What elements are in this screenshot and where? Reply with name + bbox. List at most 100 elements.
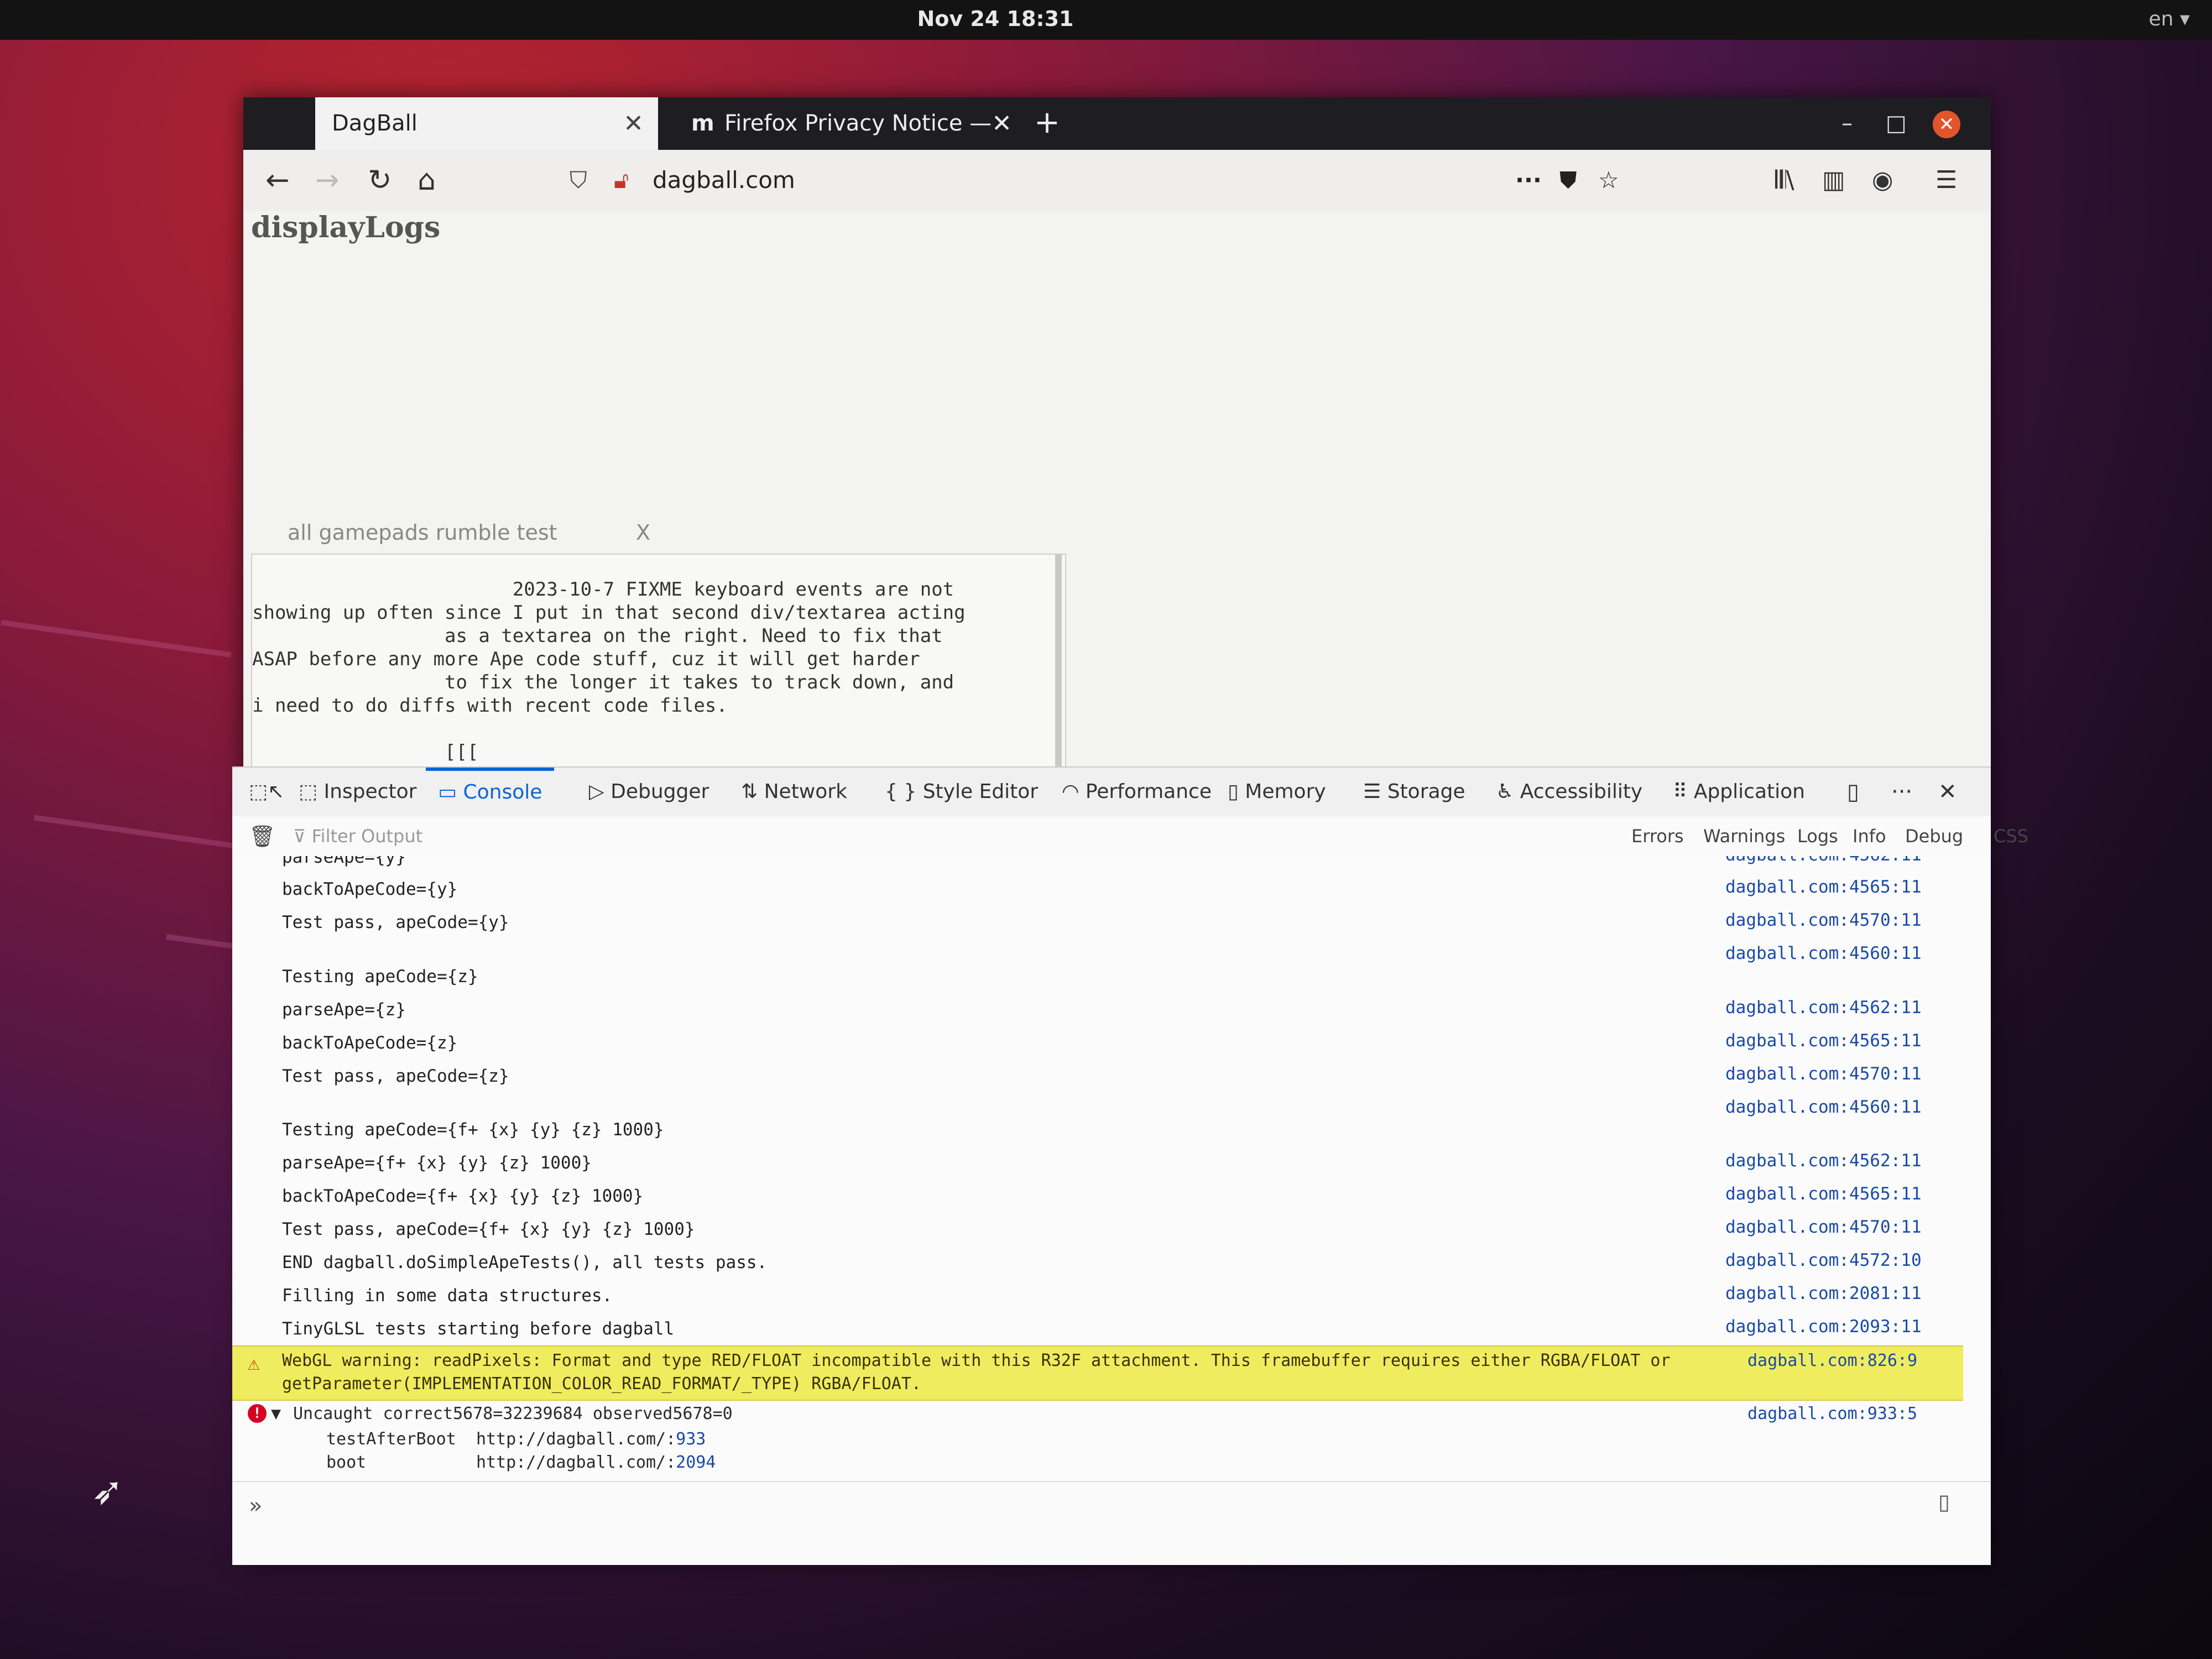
source-link[interactable]: dagball.com:4565:11 — [1725, 1031, 1922, 1051]
rumble-close-button[interactable]: X — [636, 520, 650, 545]
new-tab-icon[interactable]: + — [1034, 97, 1060, 148]
system-top-bar: Nov 24 18:31 en ▾ — [0, 0, 2212, 40]
close-devtools-icon[interactable]: ✕ — [1938, 768, 1957, 816]
filter-css[interactable]: CSS — [1994, 816, 2028, 856]
pocket-icon[interactable]: ⛊ — [1559, 160, 1577, 201]
source-link[interactable]: dagball.com:4565:11 — [1725, 877, 1922, 897]
tab-network[interactable]: ⇅ Network — [741, 768, 847, 816]
source-link[interactable]: dagball.com:4565:11 — [1725, 1184, 1922, 1204]
rumble-test-label[interactable]: all gamepads rumble test — [288, 520, 557, 545]
source-link[interactable]: dagball.com:4562:11 — [1725, 998, 1922, 1018]
tab-application[interactable]: ⠿ Application — [1673, 768, 1805, 816]
menu-icon[interactable]: ☰ — [1936, 161, 1957, 200]
devtools-toolbar: ⬚↖ ⬚ Inspector ▭ Console ▷ Debugger ⇅ Ne… — [232, 768, 1991, 817]
maximize-icon[interactable]: □ — [1886, 97, 1907, 150]
log-row: Testing apeCode={f+ {x} {y} {z} 1000} — [282, 1120, 664, 1140]
tracking-shield-icon[interactable]: ⛉ — [570, 160, 587, 201]
url-text[interactable]: dagball.com — [653, 160, 795, 201]
reload-icon[interactable]: ↻ — [368, 161, 392, 200]
tab-style-editor[interactable]: { } Style Editor — [885, 768, 1038, 816]
wallpaper-streak — [34, 815, 243, 850]
firefox-window: DagBall ✕ m Firefox Privacy Notice — ✕ +… — [232, 97, 2028, 1565]
close-tab-icon[interactable]: ✕ — [992, 97, 1012, 150]
stack-frame-link[interactable]: http://dagball.com/:2094 — [476, 1453, 716, 1472]
console-output: parseApe={y}dagball.com:4562:11 backToAp… — [232, 856, 1991, 1481]
sidebar-icon[interactable]: ▥ — [1822, 161, 1845, 200]
source-link[interactable]: dagball.com:2081:11 — [1725, 1284, 1922, 1303]
expand-triangle-icon[interactable]: ▼ — [271, 1404, 281, 1423]
source-link[interactable]: dagball.com:933:5 — [1747, 1404, 1917, 1423]
log-row: Filling in some data structures. dagball.… — [282, 1284, 1922, 1306]
bookmark-star-icon[interactable]: ☆ — [1598, 160, 1619, 201]
home-icon[interactable]: ⌂ — [418, 161, 436, 200]
system-clock[interactable]: Nov 24 18:31 — [0, 7, 1991, 31]
tab-privacy-notice[interactable]: m Firefox Privacy Notice — ✕ — [680, 97, 1023, 150]
editor-mode-icon[interactable]: ▯ — [1938, 1490, 1950, 1514]
webgl-warning-row: ⚠ WebGL warning: readPixels: Format and … — [232, 1345, 1963, 1401]
tab-storage[interactable]: ☰ Storage — [1363, 768, 1465, 816]
insecure-lock-icon[interactable]: 🔓︎ — [614, 160, 629, 201]
tab-performance[interactable]: ◠ Performance — [1062, 768, 1212, 816]
log-row: Test pass, apeCode={z} dagball.com:4570:1… — [282, 1064, 1922, 1086]
stack-frame: boot http://dagball.com/:2094 — [326, 1453, 716, 1472]
tab-label: DagBall — [332, 111, 418, 136]
filter-errors[interactable]: Errors — [1631, 816, 1684, 856]
log-row: TinyGLSL tests starting before dagball da… — [282, 1317, 1922, 1339]
source-link[interactable]: dagball.com:4562:11 — [1725, 856, 1922, 865]
textarea-scrollbar[interactable] — [1055, 555, 1062, 768]
notes-textarea[interactable]: 2023-10-7 FIXME keyboard events are not … — [251, 554, 1066, 769]
dock-options-icon[interactable]: ▯ — [1847, 768, 1859, 816]
back-icon[interactable]: ← — [265, 161, 290, 200]
console-input[interactable]: » ▯ — [232, 1481, 1991, 1565]
trash-icon[interactable]: 🗑︎ — [249, 816, 275, 856]
minimize-icon[interactable]: – — [1841, 97, 1853, 150]
navigation-toolbar: ← → ↻ ⌂ ⛉ 🔓︎ dagball.com ··· ⛊ ☆ 𝄃𝄃\ ▥ ◉… — [243, 150, 1991, 212]
source-link[interactable]: dagball.com:4570:11 — [1725, 910, 1922, 930]
stack-frame-link[interactable]: http://dagball.com/:933 — [476, 1430, 706, 1449]
prompt-chevron-icon: » — [249, 1493, 263, 1519]
filter-output-input[interactable]: ⊽ Filter Output — [293, 816, 422, 856]
tab-debugger[interactable]: ▷ Debugger — [589, 768, 709, 816]
page-content: displayLogs all gamepads rumble test X 2… — [243, 211, 1991, 769]
close-tab-icon[interactable]: ✕ — [623, 97, 644, 150]
uncaught-error-row: ! ▼ Uncaught correct5678=32239684 observ… — [232, 1401, 1963, 1481]
page-actions-icon[interactable]: ··· — [1515, 160, 1542, 201]
page-title: displayLogs — [251, 211, 441, 244]
wallpaper-streak — [1, 619, 232, 658]
log-row: parseApe={z} dagball.com:4562:11 — [282, 998, 1922, 1020]
error-icon: ! — [248, 1404, 267, 1423]
filter-debug[interactable]: Debug — [1905, 816, 1963, 856]
source-link[interactable]: dagball.com:4570:11 — [1725, 1064, 1922, 1084]
log-row: END dagball.doSimpleApeTests(), all test… — [282, 1250, 1922, 1272]
tab-dagball[interactable]: DagBall ✕ — [315, 97, 658, 150]
filter-logs[interactable]: Logs — [1797, 816, 1838, 856]
tab-strip: DagBall ✕ m Firefox Privacy Notice — ✕ +… — [243, 97, 1991, 150]
window-close-icon[interactable]: ✕ — [1933, 111, 1960, 138]
element-picker-icon[interactable]: ⬚↖ — [249, 768, 284, 816]
source-link[interactable]: dagball.com:4570:11 — [1725, 1217, 1922, 1237]
log-row: parseApe={y}dagball.com:4562:11 — [232, 856, 1991, 873]
devtools-panel: ⬚↖ ⬚ Inspector ▭ Console ▷ Debugger ⇅ Ne… — [232, 766, 2028, 1565]
tab-memory[interactable]: ▯ Memory — [1228, 768, 1326, 816]
log-row: Test pass, apeCode={y} dagball.com:4570:1… — [282, 910, 1922, 932]
console-filter-bar: 🗑︎ ⊽ Filter Output Errors Warnings Logs … — [232, 816, 2028, 857]
forward-icon[interactable]: → — [315, 161, 340, 200]
url-bar[interactable]: ⛉ 🔓︎ dagball.com ··· ⛊ ☆ — [570, 160, 1620, 201]
log-row: backToApeCode={y} dagball.com:4565:11 — [282, 877, 1922, 899]
mouse-pointer-icon: ➶ — [91, 1468, 124, 1514]
keyboard-language-indicator[interactable]: en ▾ — [2149, 8, 2190, 30]
tab-inspector[interactable]: ⬚ Inspector — [299, 768, 416, 816]
source-link[interactable]: dagball.com:826:9 — [1747, 1351, 1917, 1370]
tab-label: Firefox Privacy Notice — — [724, 111, 992, 136]
tab-console[interactable]: ▭ Console — [426, 768, 555, 820]
devtools-menu-icon[interactable]: ··· — [1891, 768, 1912, 816]
source-link[interactable]: dagball.com:4572:10 — [1725, 1250, 1922, 1270]
tab-accessibility[interactable]: ♿︎ Accessibility — [1496, 768, 1642, 816]
notes-text: 2023-10-7 FIXME keyboard events are not … — [252, 578, 966, 768]
filter-warnings[interactable]: Warnings — [1703, 816, 1785, 856]
filter-info[interactable]: Info — [1853, 816, 1886, 856]
source-link[interactable]: dagball.com:4562:11 — [1725, 1151, 1922, 1171]
source-link[interactable]: dagball.com:2093:11 — [1725, 1317, 1922, 1337]
library-icon[interactable]: 𝄃𝄃\ — [1775, 161, 1794, 200]
account-icon[interactable]: ◉ — [1872, 161, 1893, 200]
